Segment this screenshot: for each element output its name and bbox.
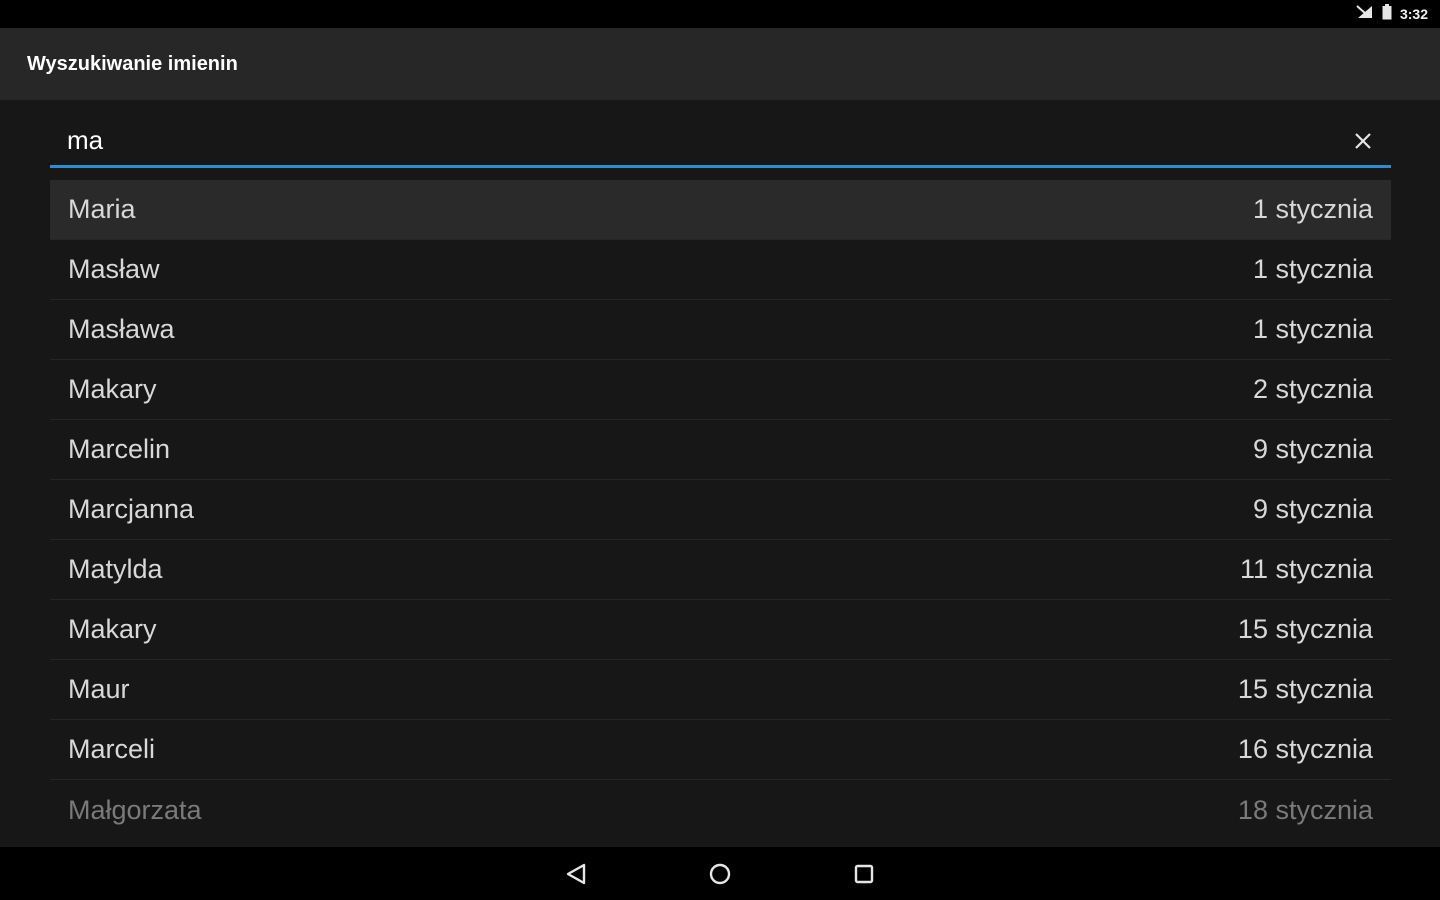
search-box: [50, 116, 1391, 168]
list-item-name: Matylda: [68, 554, 163, 584]
recents-icon: [854, 864, 874, 883]
battery-icon: [1382, 3, 1392, 25]
back-icon: [566, 863, 586, 884]
main-content: Maria 1 stycznia Masław 1 stycznia Masła…: [0, 100, 1440, 847]
list-item-date: 1 stycznia: [1252, 314, 1373, 344]
list-item[interactable]: Masława 1 stycznia: [50, 300, 1391, 360]
list-item-name: Marcelin: [68, 434, 171, 464]
list-item[interactable]: Makary 15 stycznia: [50, 600, 1391, 660]
back-button[interactable]: [554, 852, 598, 896]
list-item-date: 1 stycznia: [1252, 254, 1373, 284]
list-item-name: Masław: [68, 254, 160, 284]
status-bar: 3:32: [0, 0, 1440, 28]
list-item[interactable]: Małgorzata 18 stycznia: [50, 780, 1391, 840]
list-item-name: Małgorzata: [68, 794, 202, 825]
status-time: 3:32: [1399, 6, 1428, 22]
list-item[interactable]: Masław 1 stycznia: [50, 240, 1391, 300]
list-item-name: Marceli: [68, 734, 156, 764]
list-item-date: 2 stycznia: [1252, 374, 1373, 404]
list-item[interactable]: Marceli 16 stycznia: [50, 720, 1391, 780]
list-item-name: Maur: [68, 674, 130, 704]
list-item-date: 9 stycznia: [1252, 494, 1373, 524]
list-item[interactable]: Maria 1 stycznia: [50, 180, 1391, 240]
list-item[interactable]: Marcelin 9 stycznia: [50, 420, 1391, 480]
list-item-name: Masława: [68, 314, 175, 344]
list-item[interactable]: Marcjanna 9 stycznia: [50, 480, 1391, 540]
results-list: Maria 1 stycznia Masław 1 stycznia Masła…: [50, 180, 1391, 840]
list-item-date: 18 stycznia: [1237, 794, 1373, 825]
clear-search-button[interactable]: [1341, 119, 1385, 163]
list-item-name: Makary: [68, 614, 157, 644]
list-item-date: 16 stycznia: [1237, 734, 1373, 764]
list-item-date: 9 stycznia: [1252, 434, 1373, 464]
list-item[interactable]: Makary 2 stycznia: [50, 360, 1391, 420]
list-item-date: 15 stycznia: [1237, 614, 1373, 644]
signal-icon: [1356, 4, 1374, 24]
home-button[interactable]: [698, 852, 742, 896]
list-item-date: 11 stycznia: [1239, 554, 1373, 584]
recents-button[interactable]: [842, 852, 886, 896]
close-icon: [1355, 132, 1371, 149]
list-item[interactable]: Maur 15 stycznia: [50, 660, 1391, 720]
search-input[interactable]: [50, 124, 1341, 157]
home-icon: [709, 863, 731, 884]
list-item-name: Marcjanna: [68, 494, 195, 524]
list-item-date: 15 stycznia: [1237, 674, 1373, 704]
list-item-name: Makary: [68, 374, 157, 404]
list-item-name: Maria: [68, 194, 136, 224]
navigation-bar: [0, 847, 1440, 900]
page-title: Wyszukiwanie imienin: [27, 52, 238, 75]
list-item-date: 1 stycznia: [1252, 194, 1373, 224]
app-bar: Wyszukiwanie imienin: [0, 28, 1440, 100]
list-item[interactable]: Matylda 11 stycznia: [50, 540, 1391, 600]
